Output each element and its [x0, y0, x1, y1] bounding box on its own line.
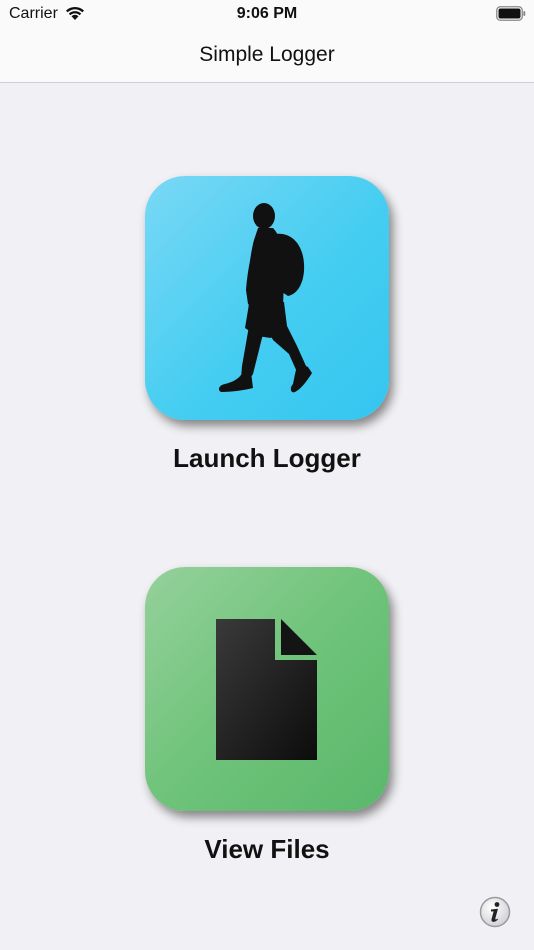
battery-icon	[496, 6, 526, 21]
page-title: Simple Logger	[199, 43, 335, 66]
document-icon	[216, 619, 317, 760]
info-icon[interactable]	[479, 896, 511, 928]
walking-person-icon	[218, 203, 312, 393]
status-bar: Carrier 9:06 PM	[0, 0, 534, 30]
view-files-button[interactable]	[145, 567, 389, 811]
status-time: 9:06 PM	[236, 5, 298, 22]
launch-logger-button[interactable]	[145, 176, 389, 420]
launch-logger-label[interactable]: Launch Logger	[0, 443, 534, 474]
navigation-bar: Simple Logger	[0, 30, 534, 83]
view-files-label[interactable]: View Files	[0, 834, 534, 865]
